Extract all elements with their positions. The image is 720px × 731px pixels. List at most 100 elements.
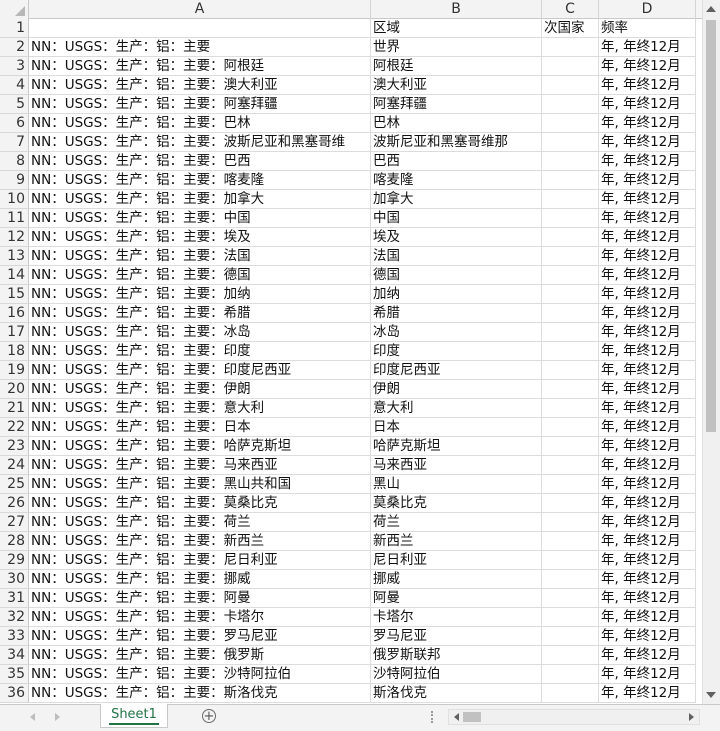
vertical-scroll-thumb[interactable] [706,20,716,432]
cell-c[interactable] [542,456,599,475]
row-header[interactable]: 26 [0,494,29,513]
scroll-down-icon[interactable] [706,692,716,698]
cell-b[interactable]: 阿曼 [371,589,542,608]
tab-split-handle[interactable] [431,711,435,723]
cell-d[interactable]: 年, 年终12月 [599,418,696,437]
row-header[interactable]: 5 [0,95,29,114]
cell-a[interactable]: NN：USGS：生产：铝：主要：德国 [29,266,371,285]
cell-c[interactable] [542,285,599,304]
cell-c[interactable]: 次国家 [542,19,599,38]
cell-a[interactable]: NN：USGS：生产：铝：主要：阿根廷 [29,57,371,76]
cell-a[interactable]: NN：USGS：生产：铝：主要：哈萨克斯坦 [29,437,371,456]
cell-b[interactable]: 罗马尼亚 [371,627,542,646]
cell-b[interactable]: 希腊 [371,304,542,323]
cell-a[interactable]: NN：USGS：生产：铝：主要：尼日利亚 [29,551,371,570]
cell-b[interactable]: 斯洛伐克 [371,684,542,703]
cell-a[interactable]: NN：USGS：生产：铝：主要：阿塞拜疆 [29,95,371,114]
cell-c[interactable] [542,380,599,399]
scroll-up-icon[interactable] [706,6,716,12]
cell-c[interactable] [542,570,599,589]
cell-a[interactable]: NN：USGS：生产：铝：主要：新西兰 [29,532,371,551]
cell-d[interactable]: 年, 年终12月 [599,532,696,551]
cell-c[interactable] [542,646,599,665]
row-header[interactable]: 3 [0,57,29,76]
cell-a[interactable]: NN：USGS：生产：铝：主要：加纳 [29,285,371,304]
vertical-scrollbar[interactable] [702,0,720,704]
cell-b[interactable]: 德国 [371,266,542,285]
cell-c[interactable] [542,76,599,95]
cell-b[interactable]: 沙特阿拉伯 [371,665,542,684]
cell-d[interactable]: 年, 年终12月 [599,171,696,190]
cell-a[interactable]: NN：USGS：生产：铝：主要：中国 [29,209,371,228]
row-header[interactable]: 20 [0,380,29,399]
cell-a[interactable]: NN：USGS：生产：铝：主要：阿曼 [29,589,371,608]
cell-a[interactable]: NN：USGS：生产：铝：主要：意大利 [29,399,371,418]
cell-d[interactable]: 年, 年终12月 [599,684,696,703]
cell-b[interactable]: 喀麦隆 [371,171,542,190]
cell-a[interactable]: NN：USGS：生产：铝：主要：俄罗斯 [29,646,371,665]
cell-c[interactable] [542,152,599,171]
cell-d[interactable]: 年, 年终12月 [599,285,696,304]
cell-d[interactable]: 年, 年终12月 [599,513,696,532]
cell-d[interactable]: 年, 年终12月 [599,38,696,57]
cell-d[interactable]: 年, 年终12月 [599,57,696,76]
cell-d[interactable]: 年, 年终12月 [599,247,696,266]
cell-a[interactable]: NN：USGS：生产：铝：主要：罗马尼亚 [29,627,371,646]
cell-b[interactable]: 黑山 [371,475,542,494]
column-header-a[interactable]: A [29,0,371,19]
cell-a[interactable]: NN：USGS：生产：铝：主要：荷兰 [29,513,371,532]
cell-d[interactable]: 年, 年终12月 [599,190,696,209]
row-header[interactable]: 32 [0,608,29,627]
cell-a[interactable]: NN：USGS：生产：铝：主要：卡塔尔 [29,608,371,627]
row-header[interactable]: 24 [0,456,29,475]
row-header[interactable]: 13 [0,247,29,266]
row-header[interactable]: 28 [0,532,29,551]
cell-b[interactable]: 阿塞拜疆 [371,95,542,114]
cell-d[interactable]: 年, 年终12月 [599,570,696,589]
row-header[interactable]: 35 [0,665,29,684]
cell-d[interactable]: 年, 年终12月 [599,133,696,152]
cell-a[interactable]: NN：USGS：生产：铝：主要 [29,38,371,57]
cell-c[interactable] [542,475,599,494]
select-all-corner[interactable] [0,0,29,19]
cell-c[interactable] [542,399,599,418]
sheet-tab-sheet1[interactable]: Sheet1 [100,704,168,728]
column-header-c[interactable]: C [542,0,599,19]
row-header[interactable]: 17 [0,323,29,342]
cell-b[interactable]: 马来西亚 [371,456,542,475]
row-header[interactable]: 1 [0,19,29,38]
cell-a[interactable] [29,19,371,38]
row-header[interactable]: 12 [0,228,29,247]
scroll-right-icon[interactable] [689,713,694,721]
cell-b[interactable]: 日本 [371,418,542,437]
cell-b[interactable]: 印度尼西亚 [371,361,542,380]
row-header[interactable]: 30 [0,570,29,589]
column-header-b[interactable]: B [371,0,542,19]
cell-b[interactable]: 卡塔尔 [371,608,542,627]
cell-b[interactable]: 巴西 [371,152,542,171]
cell-c[interactable] [542,361,599,380]
row-header[interactable]: 31 [0,589,29,608]
cell-b[interactable]: 法国 [371,247,542,266]
cell-c[interactable] [542,551,599,570]
cell-b[interactable]: 埃及 [371,228,542,247]
cell-b[interactable]: 尼日利亚 [371,551,542,570]
cell-d[interactable]: 年, 年终12月 [599,665,696,684]
cell-d[interactable]: 年, 年终12月 [599,551,696,570]
cell-c[interactable] [542,171,599,190]
cell-d[interactable]: 年, 年终12月 [599,76,696,95]
cell-b[interactable]: 阿根廷 [371,57,542,76]
row-header[interactable]: 11 [0,209,29,228]
row-header[interactable]: 15 [0,285,29,304]
cell-a[interactable]: NN：USGS：生产：铝：主要：喀麦隆 [29,171,371,190]
cell-a[interactable]: NN：USGS：生产：铝：主要：印度尼西亚 [29,361,371,380]
cell-b[interactable]: 加拿大 [371,190,542,209]
cell-d[interactable]: 年, 年终12月 [599,608,696,627]
cell-c[interactable] [542,114,599,133]
horizontal-scrollbar[interactable] [448,709,700,725]
cell-d[interactable]: 年, 年终12月 [599,494,696,513]
cell-b[interactable]: 巴林 [371,114,542,133]
cell-c[interactable] [542,437,599,456]
cell-a[interactable]: NN：USGS：生产：铝：主要：伊朗 [29,380,371,399]
cell-d[interactable]: 年, 年终12月 [599,152,696,171]
